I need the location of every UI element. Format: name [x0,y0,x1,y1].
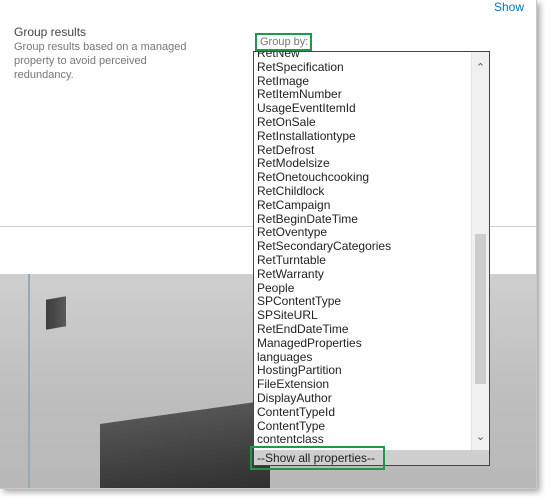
group-by-option[interactable]: RetDefrost [257,143,467,158]
group-by-option[interactable]: RetModelsize [257,157,467,171]
group-by-option[interactable]: RetOnSale [257,115,467,130]
scroll-up-icon[interactable]: ⌃ [472,60,489,77]
group-by-option[interactable]: RetSecondaryCategories [257,239,467,254]
group-by-option[interactable]: UsageEventItemId [257,101,467,116]
preview-vertical-line [28,274,30,488]
group-by-option[interactable]: RetItemNumber [257,88,467,102]
group-by-options: RetNew RetSpecification RetImage RetItemNum… [257,52,467,447]
section-title: Group results [14,25,87,39]
group-by-option[interactable]: RetChildlock [257,184,467,199]
group-by-option[interactable]: FileExtension [257,377,467,392]
group-by-option[interactable]: People [257,281,467,296]
section-description: Group results based on a managed propert… [14,41,187,81]
group-by-option[interactable]: languages [257,350,467,365]
group-by-option[interactable]: contentclass [257,433,467,447]
preview-large-object [100,400,270,488]
group-by-option[interactable]: ContentType [257,419,467,434]
group-by-listbox[interactable]: RetNew RetSpecification RetImage RetItemNum… [253,51,490,466]
group-by-option[interactable]: RetInstallationtype [257,129,467,144]
group-by-option[interactable]: RetTurntable [257,253,467,268]
show-link[interactable]: Show [494,0,524,14]
group-by-option[interactable]: RetWarranty [257,267,467,282]
preview-small-object [46,296,66,330]
group-by-label: Group by: [255,33,312,51]
group-by-option[interactable]: ManagedProperties [257,336,467,351]
group-by-option[interactable]: RetImage [257,74,467,89]
scroll-down-icon[interactable]: ⌄ [472,429,489,446]
listbox-scrollbar[interactable]: ⌃ ⌄ [471,52,489,450]
group-by-option[interactable]: RetEndDateTime [257,322,467,337]
group-by-option[interactable]: SPContentType [257,295,467,309]
group-by-option[interactable]: RetSpecification [257,60,467,75]
group-by-option[interactable]: RetCampaign [257,198,467,213]
show-all-properties-option[interactable]: --Show all properties-- [254,450,489,465]
group-by-option[interactable]: DisplayAuthor [257,391,467,406]
scroll-thumb[interactable] [475,234,486,384]
group-by-option[interactable]: RetOnetouchcooking [257,170,467,185]
group-by-option[interactable]: RetOventype [257,226,467,240]
group-by-option[interactable]: ContentTypeId [257,405,467,420]
group-by-option[interactable]: HostingPartition [257,364,467,378]
group-by-option[interactable]: RetBeginDateTime [257,212,467,227]
settings-panel: Show Group results Group results based o… [0,0,537,489]
group-by-option[interactable]: SPSiteURL [257,308,467,323]
